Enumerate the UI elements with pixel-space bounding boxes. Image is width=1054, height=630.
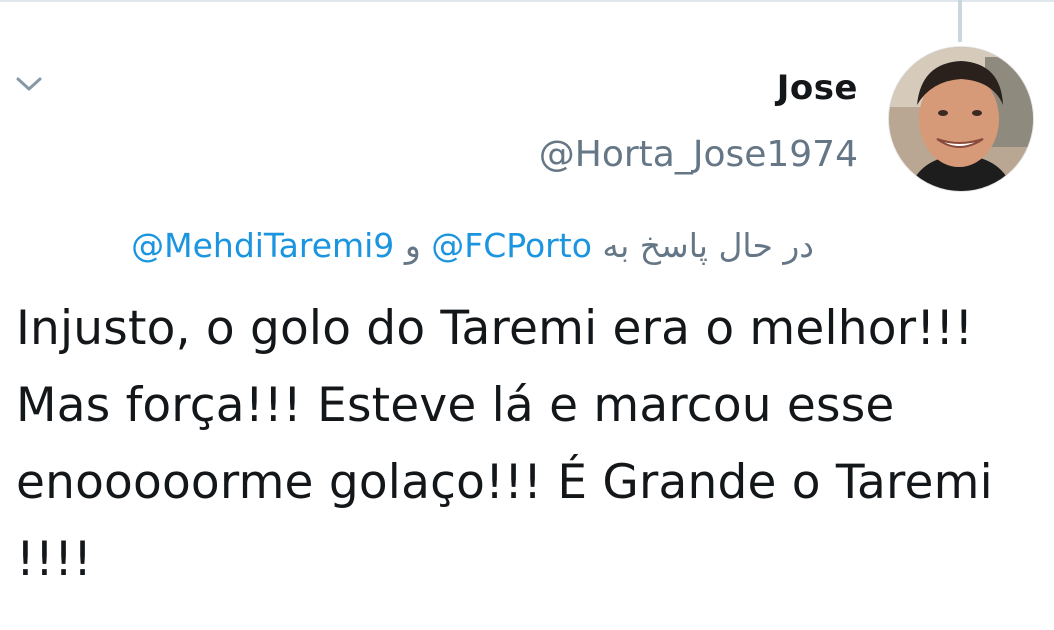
tweet-text: Injusto, o golo do Taremi era o melhor!!… bbox=[16, 301, 993, 587]
author-handle[interactable]: @Horta_Jose1974 bbox=[539, 132, 858, 178]
mention-mehditaremi9[interactable]: @MehdiTaremi9 bbox=[131, 226, 394, 265]
mention-fcporto[interactable]: @FCPorto bbox=[431, 226, 592, 265]
chevron-down-icon[interactable] bbox=[15, 74, 43, 94]
top-divider bbox=[0, 0, 1054, 2]
reply-prefix: در حال پاسخ به bbox=[602, 226, 814, 265]
reply-context: در حال پاسخ به @FCPorto و @MehdiTaremi9 bbox=[131, 222, 814, 270]
avatar[interactable] bbox=[888, 46, 1034, 192]
author-display-name[interactable]: Jose bbox=[777, 66, 858, 110]
reply-conjunction: و bbox=[404, 226, 421, 265]
thread-connector-line bbox=[958, 0, 962, 42]
